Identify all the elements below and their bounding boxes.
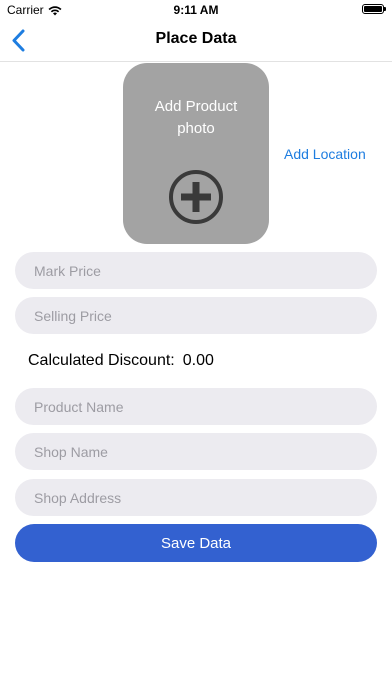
selling-price-field[interactable]: Selling Price [15, 297, 377, 334]
navigation-bar: Place Data [0, 20, 392, 62]
shop-address-placeholder: Shop Address [34, 489, 122, 506]
shop-address-field[interactable]: Shop Address [15, 479, 377, 516]
save-data-label: Save Data [160, 534, 232, 552]
discount-label: Calculated Discount: [28, 352, 175, 369]
add-product-photo-button[interactable]: Add Product photo [123, 63, 269, 244]
shop-name-placeholder: Shop Name [34, 443, 108, 460]
discount-value: 0.00 [182, 352, 214, 369]
calculated-discount: Calculated Discount: 0.00 [28, 352, 214, 370]
mark-price-placeholder: Mark Price [34, 262, 101, 279]
status-time: 9:11 AM [173, 3, 219, 17]
add-location-button[interactable]: Add Location [284, 146, 366, 162]
status-bar: Carrier 9:11 AM [0, 0, 392, 20]
battery-icon [362, 4, 386, 14]
save-data-button[interactable]: Save Data [15, 524, 377, 562]
selling-price-placeholder: Selling Price [34, 307, 112, 324]
mark-price-field[interactable]: Mark Price [15, 252, 377, 289]
shop-name-field[interactable]: Shop Name [15, 433, 377, 470]
plus-circle-icon [169, 170, 223, 224]
page-title: Place Data [155, 30, 237, 47]
product-name-field[interactable]: Product Name [15, 388, 377, 425]
add-product-photo-label: Add Product photo [154, 98, 238, 137]
product-name-placeholder: Product Name [34, 398, 124, 415]
